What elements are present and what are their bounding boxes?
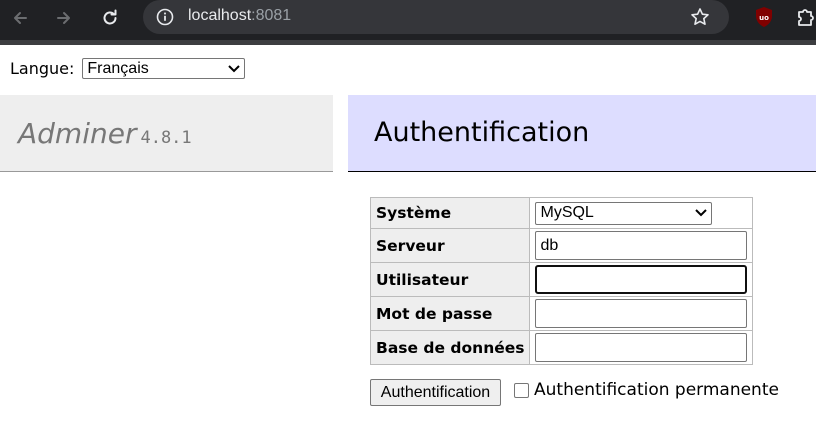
url-host: localhost bbox=[188, 7, 252, 24]
form-row-username: Utilisateur bbox=[369, 262, 754, 297]
chevron-down-icon bbox=[228, 64, 241, 72]
system-label: Système bbox=[369, 197, 531, 229]
username-label: Utilisateur bbox=[369, 262, 531, 297]
username-cell bbox=[529, 262, 754, 297]
toolbar-divider bbox=[0, 40, 816, 45]
site-info-icon[interactable] bbox=[155, 7, 175, 27]
server-input[interactable] bbox=[535, 231, 748, 260]
back-icon[interactable] bbox=[6, 4, 34, 32]
login-submit-button[interactable]: Authentification bbox=[370, 379, 501, 406]
language-selector: Langue: Français bbox=[10, 58, 246, 79]
forward-icon[interactable] bbox=[50, 4, 78, 32]
permanent-login-option[interactable]: Authentification permanente bbox=[514, 380, 779, 400]
ublock-shield-icon[interactable]: uo bbox=[754, 6, 774, 28]
system-selected-value: MySQL bbox=[540, 204, 594, 221]
server-label: Serveur bbox=[369, 228, 531, 263]
page-title: Authentification bbox=[374, 117, 590, 148]
brand-panel: Adminer 4.8.1 bbox=[0, 95, 333, 172]
chevron-down-icon bbox=[695, 209, 708, 217]
brand-version: 4.8.1 bbox=[140, 128, 192, 148]
login-form-table: Système MySQL Serveur Utilisateur Mot de… bbox=[369, 197, 754, 365]
password-label: Mot de passe bbox=[369, 296, 531, 331]
form-row-database: Base de données bbox=[369, 330, 754, 365]
permanent-login-label: Authentification permanente bbox=[534, 380, 779, 400]
database-label: Base de données bbox=[369, 330, 531, 365]
database-input[interactable] bbox=[535, 333, 748, 362]
address-bar[interactable]: localhost:8081 bbox=[143, 0, 729, 34]
language-selected-value: Français bbox=[87, 59, 149, 77]
browser-toolbar: localhost:8081 uo bbox=[0, 0, 816, 44]
password-input[interactable] bbox=[535, 299, 748, 328]
brand-name: Adminer bbox=[18, 117, 137, 150]
url-text[interactable]: localhost:8081 bbox=[188, 7, 291, 25]
url-port: :8081 bbox=[251, 7, 292, 24]
database-cell bbox=[529, 330, 754, 365]
svg-text:uo: uo bbox=[759, 14, 769, 22]
permanent-login-checkbox[interactable] bbox=[514, 382, 529, 398]
password-cell bbox=[529, 296, 754, 331]
reload-icon[interactable] bbox=[96, 4, 124, 32]
page-header: Authentification bbox=[348, 95, 816, 172]
form-row-system: Système MySQL bbox=[369, 197, 754, 229]
form-row-server: Serveur bbox=[369, 228, 754, 263]
extensions-puzzle-icon[interactable] bbox=[795, 6, 816, 28]
system-cell: MySQL bbox=[529, 197, 754, 229]
bookmark-star-icon[interactable] bbox=[689, 6, 711, 28]
language-select[interactable]: Français bbox=[82, 58, 246, 79]
form-row-password: Mot de passe bbox=[369, 296, 754, 331]
language-label: Langue: bbox=[10, 59, 75, 78]
system-select[interactable]: MySQL bbox=[535, 201, 713, 225]
server-cell bbox=[529, 228, 754, 263]
brand-logo[interactable]: Adminer 4.8.1 bbox=[18, 117, 192, 150]
username-input[interactable] bbox=[535, 265, 748, 294]
